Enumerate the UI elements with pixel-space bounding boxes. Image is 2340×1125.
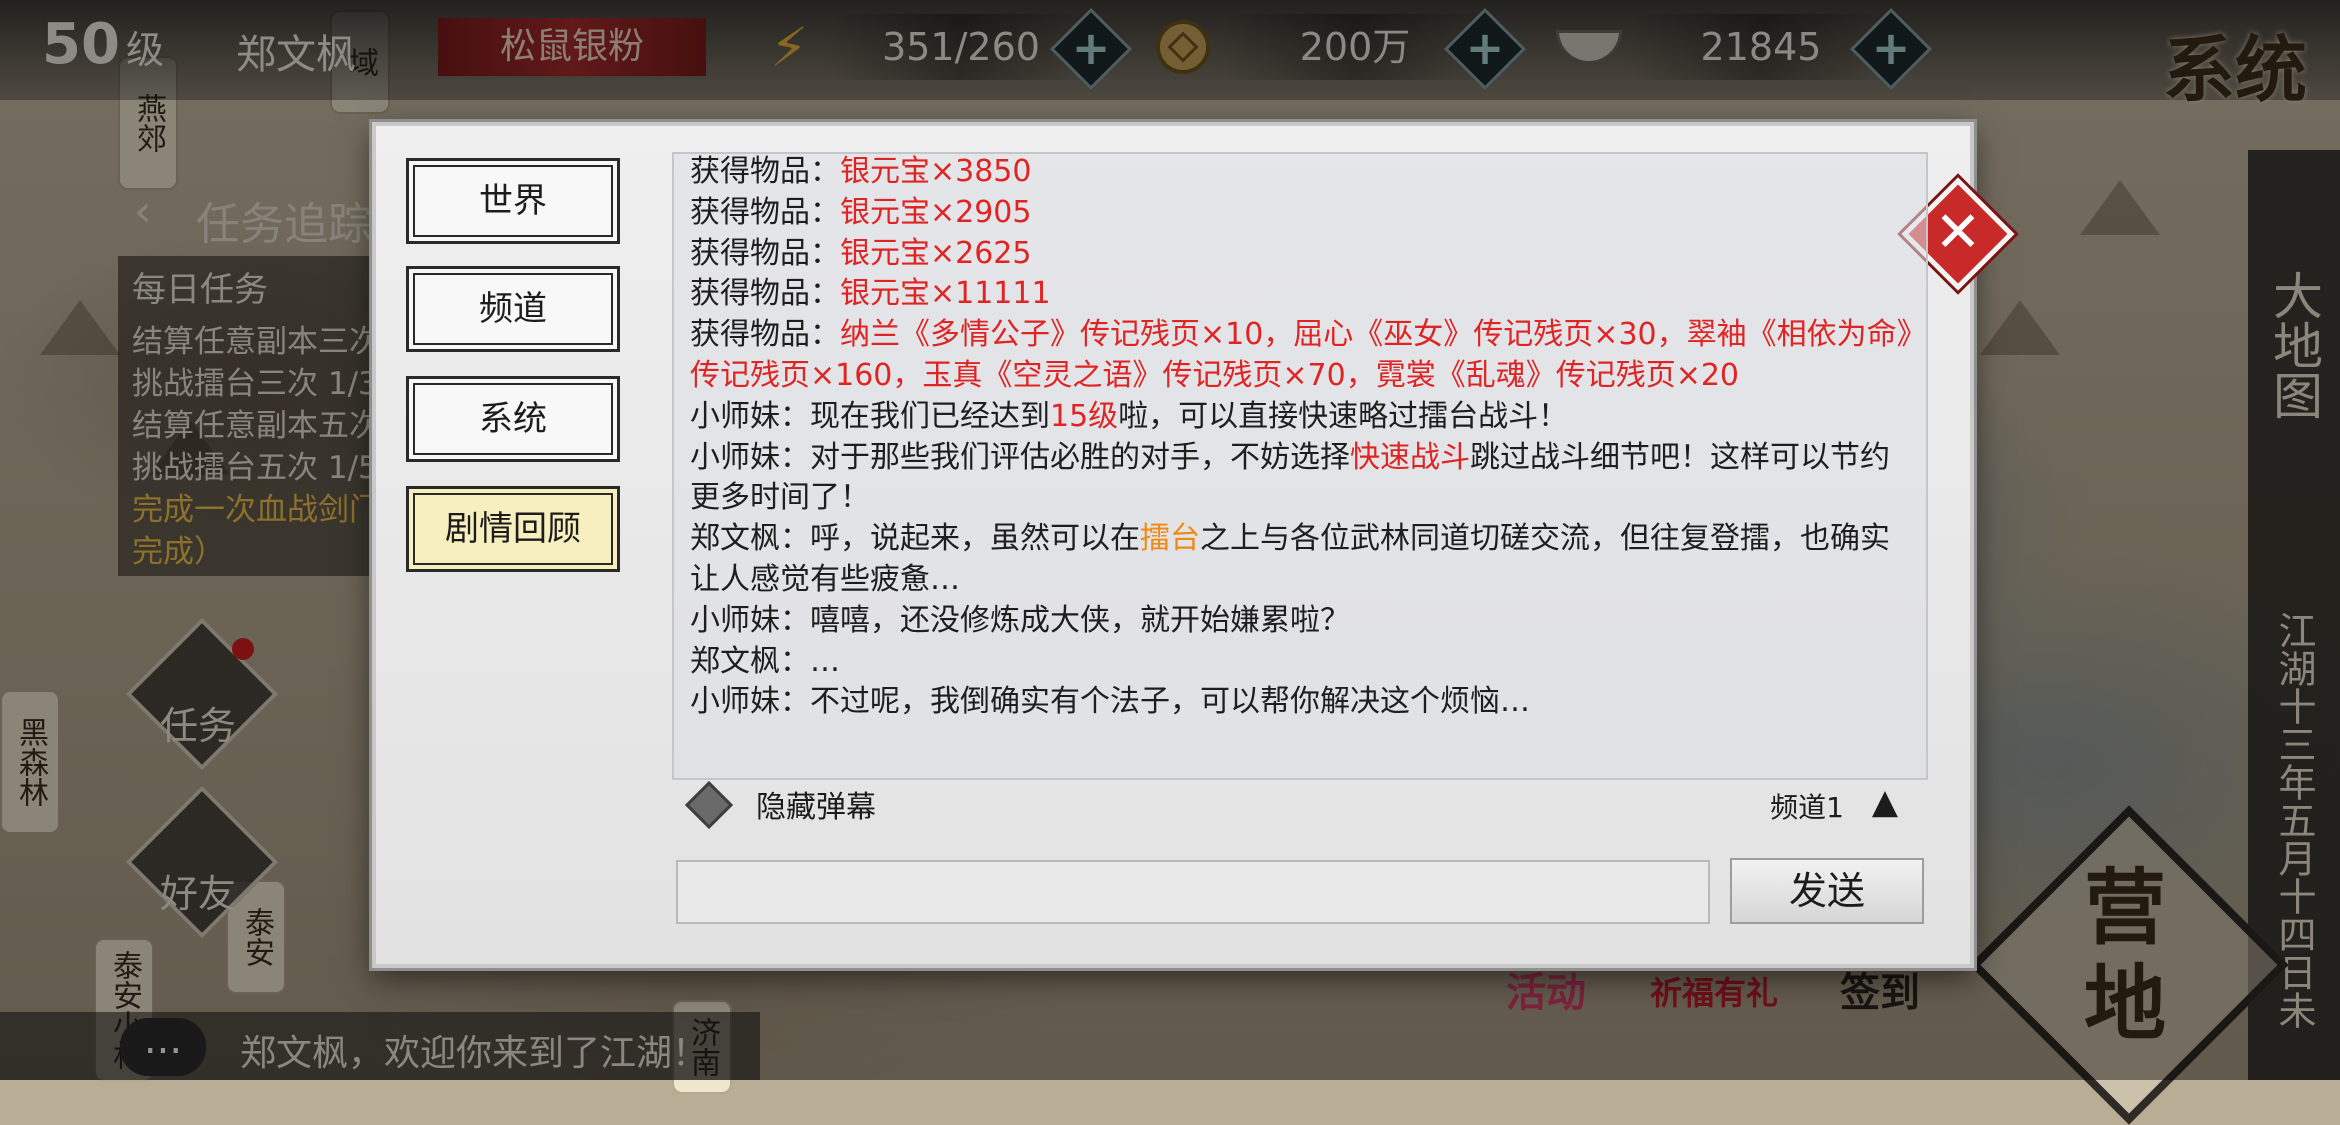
- log-line: 小师妹：不过呢，我倒确实有个法子，可以帮你解决这个烦恼…: [690, 684, 1530, 720]
- log-line: 郑文枫：呼，说起来，虽然可以在擂台之上与各位武林同道切磋交流，但往复登擂，也确实…: [690, 521, 1890, 597]
- log-line: 小师妹：现在我们已经达到15级啦，可以直接快速略过擂台战斗！: [690, 398, 1569, 434]
- log-line: 郑文枫：…: [690, 643, 840, 679]
- hide-barrage-toggle[interactable]: [684, 780, 734, 830]
- log-line: 获得物品：银元宝×11111: [690, 276, 1051, 312]
- send-button[interactable]: 发送: [1730, 858, 1924, 924]
- tab-story-review[interactable]: 剧情回顾: [406, 486, 620, 572]
- tab-channel[interactable]: 频道: [406, 266, 620, 352]
- close-icon: ✕: [1934, 200, 1982, 265]
- log-line: 获得物品：银元宝×3850: [690, 154, 1032, 189]
- chevron-up-icon[interactable]: ▲: [1872, 782, 1898, 822]
- hide-barrage-label[interactable]: 隐藏弹幕: [756, 782, 876, 826]
- tab-world[interactable]: 世界: [406, 158, 620, 244]
- log-line: 获得物品：银元宝×2905: [690, 194, 1032, 230]
- chat-input[interactable]: [676, 860, 1710, 924]
- barrage-row: 隐藏弹幕 频道1 ▲: [676, 778, 1924, 830]
- channel-selector[interactable]: 频道1: [1770, 786, 1844, 826]
- log-line: 获得物品：银元宝×2625: [690, 235, 1032, 271]
- log-line: 小师妹：对于那些我们评估必胜的对手，不妨选择快速战斗跳过战斗细节吧！这样可以节约…: [690, 439, 1890, 516]
- log-line: 小师妹：嘻嘻，还没修炼成大侠，就开始嫌累啦？: [690, 602, 1350, 638]
- tab-system[interactable]: 系统: [406, 376, 620, 462]
- message-log[interactable]: 获得物品：银元宝×3850 获得物品：银元宝×2905 获得物品：银元宝×262…: [672, 152, 1928, 780]
- log-line: 获得物品：纳兰《多情公子》传记残页×10，屈心《巫女》传记残页×30，翠袖《相依…: [690, 317, 1912, 393]
